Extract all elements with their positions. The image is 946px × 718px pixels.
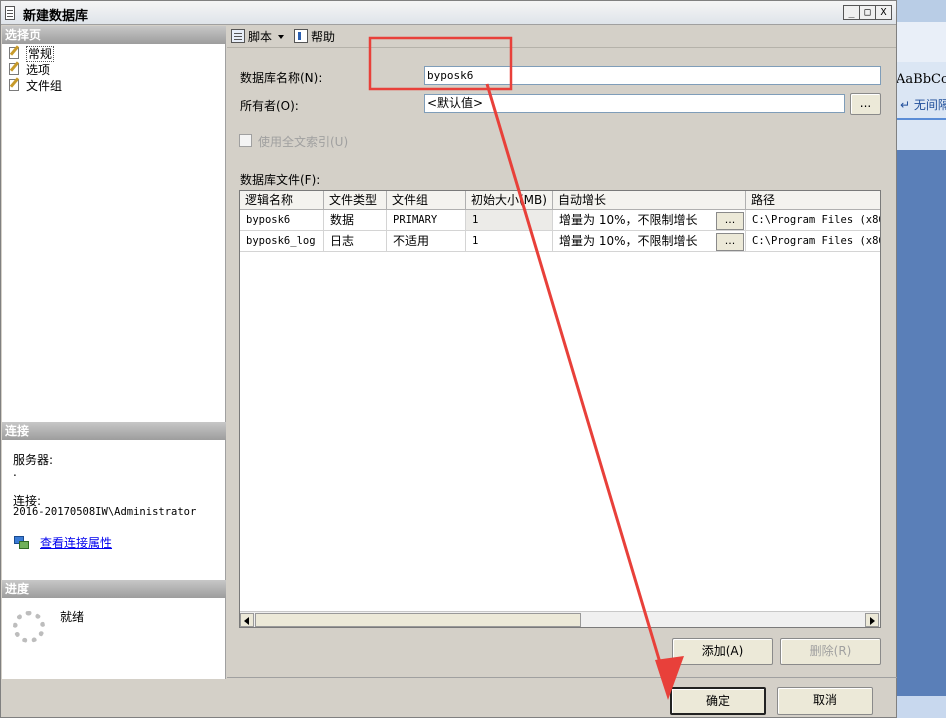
status-bar — [896, 696, 946, 718]
divider — [227, 677, 897, 678]
autogrowth-browse-button[interactable]: ... — [716, 212, 744, 230]
server-label: 服务器: — [13, 453, 54, 467]
table-row-cell-filegroup: 不适用 — [387, 231, 466, 252]
table-row-cell-initial-size[interactable]: 1 — [466, 231, 553, 252]
db-files-label: 数据库文件(F): — [240, 173, 321, 187]
background-word-window: AaBbCcD ↵ 无间隔 — [896, 0, 946, 718]
style-sample[interactable]: AaBbCcD — [896, 72, 946, 87]
server-value: . — [13, 465, 17, 479]
column-header-path[interactable]: 路径 — [746, 191, 880, 210]
table-row-cell-filegroup[interactable]: PRIMARY — [387, 210, 466, 231]
horizontal-scrollbar[interactable] — [240, 611, 880, 627]
column-header-initial-size[interactable]: 初始大小(MB) — [466, 191, 553, 210]
ok-button[interactable]: 确定 — [670, 687, 766, 715]
connection-properties-icon — [12, 534, 30, 550]
fulltext-checkbox[interactable] — [239, 134, 252, 147]
db-name-label: 数据库名称(N): — [240, 71, 323, 85]
chevron-down-icon — [278, 35, 285, 39]
page-edit-icon — [6, 45, 22, 60]
ribbon-area — [896, 22, 946, 62]
progress-status: 就绪 — [60, 610, 85, 624]
page-item-options[interactable]: 选项 — [6, 61, 50, 78]
table-row-cell-path[interactable]: C:\Program Files (x86) — [746, 210, 880, 231]
column-header-file-type[interactable]: 文件类型 — [324, 191, 387, 210]
progress-spinner-icon — [13, 611, 45, 643]
cancel-button[interactable]: 取消 — [777, 687, 873, 715]
new-database-dialog: 新建数据库 _ □ X 选择页 常规 选项 文件组 连接 服务器: . 连接: … — [0, 0, 897, 718]
scrollbar-thumb[interactable] — [255, 613, 581, 627]
close-button[interactable]: X — [875, 5, 892, 20]
title-bar: 新建数据库 _ □ X — [1, 1, 896, 25]
db-name-input[interactable]: byposk6 — [424, 66, 881, 85]
table-row-cell-logical-name[interactable]: byposk6_log — [240, 231, 324, 252]
owner-label: 所有者(O): — [240, 99, 299, 113]
connection-value: 2016-20170508IW\Administrator — [13, 506, 197, 518]
scroll-left-icon[interactable] — [240, 613, 254, 627]
minimize-button[interactable]: _ — [843, 5, 860, 20]
window-title: 新建数据库 — [23, 9, 89, 24]
progress-header: 进度 — [2, 580, 226, 598]
select-page-header: 选择页 — [2, 26, 226, 44]
add-button[interactable]: 添加(A) — [672, 638, 773, 665]
table-row-cell-initial-size[interactable]: 1 — [466, 210, 553, 231]
script-button[interactable]: 脚本 — [231, 29, 285, 45]
table-row-cell-file-type: 日志 — [324, 231, 387, 252]
view-connection-properties-link[interactable]: 查看连接属性 — [40, 534, 112, 551]
help-icon — [294, 29, 308, 43]
database-files-grid[interactable]: 逻辑名称 文件类型 文件组 初始大小(MB) 自动增长 路径 byposk6 数… — [239, 190, 881, 628]
ribbon-tab-strip — [896, 0, 946, 22]
table-row-cell-path[interactable]: C:\Program Files (x86) — [746, 231, 880, 252]
style-underline — [896, 118, 946, 120]
style-name[interactable]: ↵ 无间隔 — [900, 96, 946, 113]
left-panel: 选择页 常规 选项 文件组 连接 服务器: . 连接: 2016-2017050… — [2, 26, 226, 679]
page-edit-icon — [6, 61, 22, 76]
script-icon — [231, 29, 245, 43]
remove-button[interactable]: 删除(R) — [780, 638, 881, 665]
toolbar: 脚本 帮助 — [227, 26, 896, 48]
page-item-general[interactable]: 常规 — [6, 45, 55, 62]
column-header-logical-name[interactable]: 逻辑名称 — [240, 191, 324, 210]
table-row-cell-file-type: 数据 — [324, 210, 387, 231]
maximize-button[interactable]: □ — [859, 5, 876, 20]
column-header-filegroup[interactable]: 文件组 — [387, 191, 466, 210]
database-icon — [5, 6, 15, 20]
column-header-autogrowth[interactable]: 自动增长 — [553, 191, 746, 210]
owner-input[interactable]: <默认值> — [424, 94, 845, 113]
page-item-filegroups[interactable]: 文件组 — [6, 77, 62, 94]
fulltext-label: 使用全文索引(U) — [258, 135, 349, 149]
scroll-right-icon[interactable] — [865, 613, 879, 627]
autogrowth-browse-button[interactable]: ... — [716, 233, 744, 251]
document-background — [896, 150, 946, 710]
table-row-cell-logical-name[interactable]: byposk6 — [240, 210, 324, 231]
connection-header: 连接 — [2, 422, 226, 440]
page-edit-icon — [6, 77, 22, 92]
owner-browse-button[interactable]: ... — [850, 93, 881, 115]
help-button[interactable]: 帮助 — [294, 29, 335, 45]
